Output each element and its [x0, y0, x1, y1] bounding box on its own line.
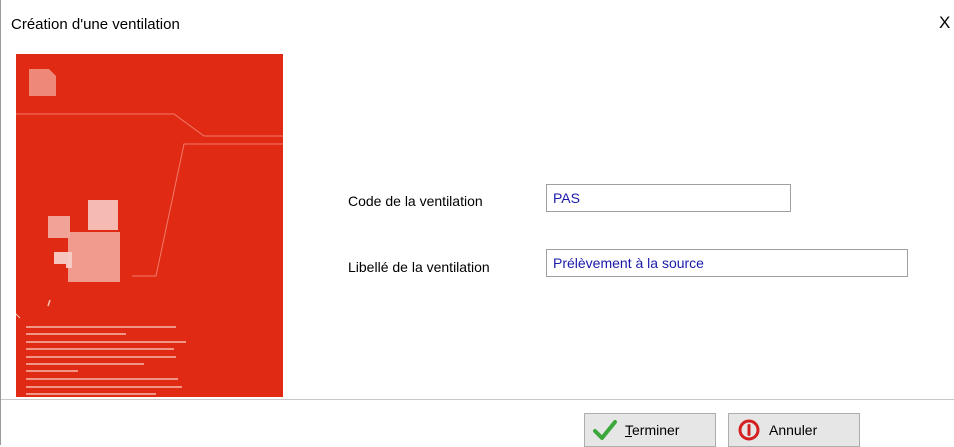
window-title: Création d'une ventilation — [11, 16, 180, 33]
cancel-circle-icon — [738, 419, 760, 441]
code-label: Code de la ventilation — [348, 193, 483, 209]
checkmark-icon — [593, 420, 617, 440]
terminer-button[interactable]: Terminer — [584, 413, 716, 447]
code-input[interactable] — [546, 184, 791, 212]
title-bar: Création d'une ventilation X — [1, 0, 954, 44]
wizard-banner-image — [16, 54, 283, 397]
annuler-label: Annuler — [769, 422, 818, 438]
close-icon[interactable]: X — [939, 12, 954, 34]
libelle-input[interactable] — [546, 249, 908, 277]
annuler-button[interactable]: Annuler — [728, 413, 860, 447]
banner-illustration — [16, 54, 283, 397]
terminer-label: Terminer — [625, 422, 680, 438]
libelle-label: Libellé de la ventilation — [348, 259, 490, 275]
wizard-window: Création d'une ventilation X Code de la … — [0, 0, 954, 447]
